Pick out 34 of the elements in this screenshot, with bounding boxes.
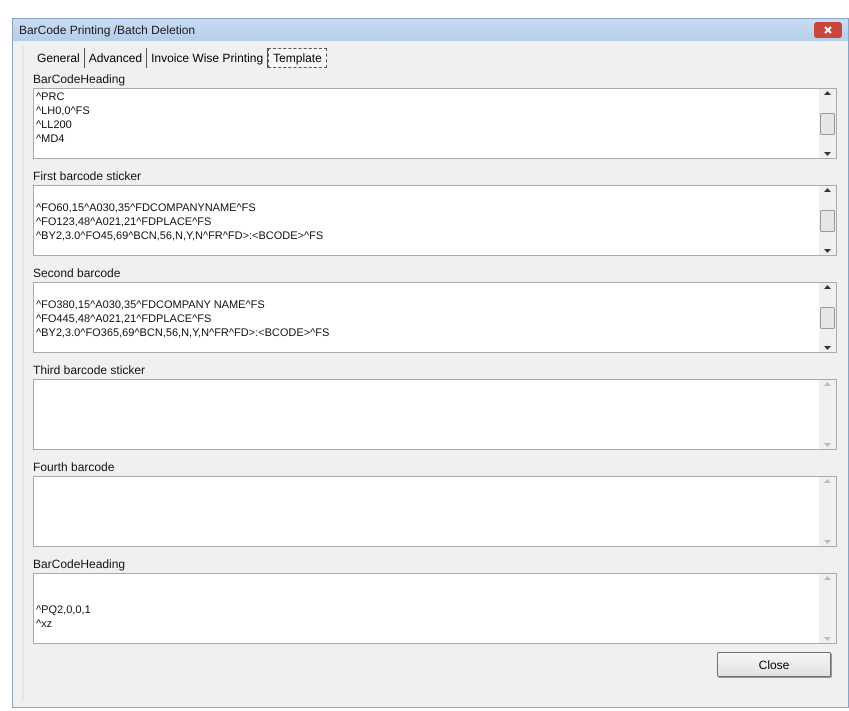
text-area-content: ^PQ2,0,0,1 ^xz — [35, 603, 92, 632]
scroll-thumb[interactable] — [820, 306, 835, 328]
text-area[interactable] — [33, 476, 837, 547]
tab[interactable]: Advanced — [84, 48, 148, 68]
text-area[interactable]: ^FO380,15^A030,35^FDCOMPANY NAME^FS ^FO445,48^A021,21^FDPLACE^FS ^BY2,3.0^FO365,69^BCN,56,N,Y,N^FR^FD>:<BCODE>^FS — [33, 282, 837, 353]
field-label: Fourth barcode — [33, 459, 116, 476]
field-label: BarCodeHeading — [33, 556, 126, 573]
scroll-up-icon[interactable] — [824, 91, 831, 95]
text-area[interactable]: ^PRC ^LH0,0^FS ^LL200 ^MD4 — [33, 88, 837, 159]
field-label: First barcode sticker — [33, 168, 142, 185]
text-area-content: ^PRC ^LH0,0^FS ^LL200 ^MD4 — [35, 90, 91, 147]
scroll-thumb[interactable] — [820, 210, 835, 232]
text-area-content: ^FO60,15^A030,35^FDCOMPANYNAME^FS ^FO123,48^A021,21^FDPLACE^FS ^BY2,3.0^FO45,69^BCN,56,N,Y,N^FR^FD>:<BCODE>^FS — [35, 201, 324, 244]
scroll-thumb[interactable] — [820, 112, 835, 134]
scrollbar[interactable] — [819, 283, 836, 352]
scrollbar[interactable] — [819, 89, 836, 158]
text-area[interactable]: ^PQ2,0,0,1 ^xz — [33, 573, 837, 644]
field-label: Third barcode sticker — [33, 362, 146, 379]
scrollbar[interactable] — [819, 186, 836, 255]
text-area[interactable]: ^FO60,15^A030,35^FDCOMPANYNAME^FS ^FO123,48^A021,21^FDPLACE^FS ^BY2,3.0^FO45,69^BCN,56,N,Y,N^FR^FD>:<BCODE>^FS — [33, 185, 837, 256]
close-icon[interactable] — [814, 22, 842, 38]
field-label: Second barcode — [33, 265, 122, 282]
tab[interactable]: General — [33, 48, 85, 68]
close-button[interactable]: Close — [717, 652, 831, 677]
text-area-content: ^FO380,15^A030,35^FDCOMPANY NAME^FS ^FO445,48^A021,21^FDPLACE^FS ^BY2,3.0^FO365,69^BCN,56,N,Y,N^FR^FD>:<BCODE>^FS — [35, 298, 330, 341]
text-area[interactable] — [33, 379, 837, 450]
scroll-up-icon[interactable] — [824, 285, 831, 289]
scroll-down-icon[interactable] — [824, 152, 831, 156]
scroll-down-icon[interactable] — [824, 346, 831, 350]
scroll-down-icon[interactable] — [824, 249, 831, 253]
window-title: BarCode Printing /Batch Deletion — [19, 22, 196, 39]
field-label: BarCodeHeading — [33, 71, 126, 88]
tab[interactable]: Template — [268, 48, 327, 68]
scroll-up-icon[interactable] — [824, 188, 831, 192]
